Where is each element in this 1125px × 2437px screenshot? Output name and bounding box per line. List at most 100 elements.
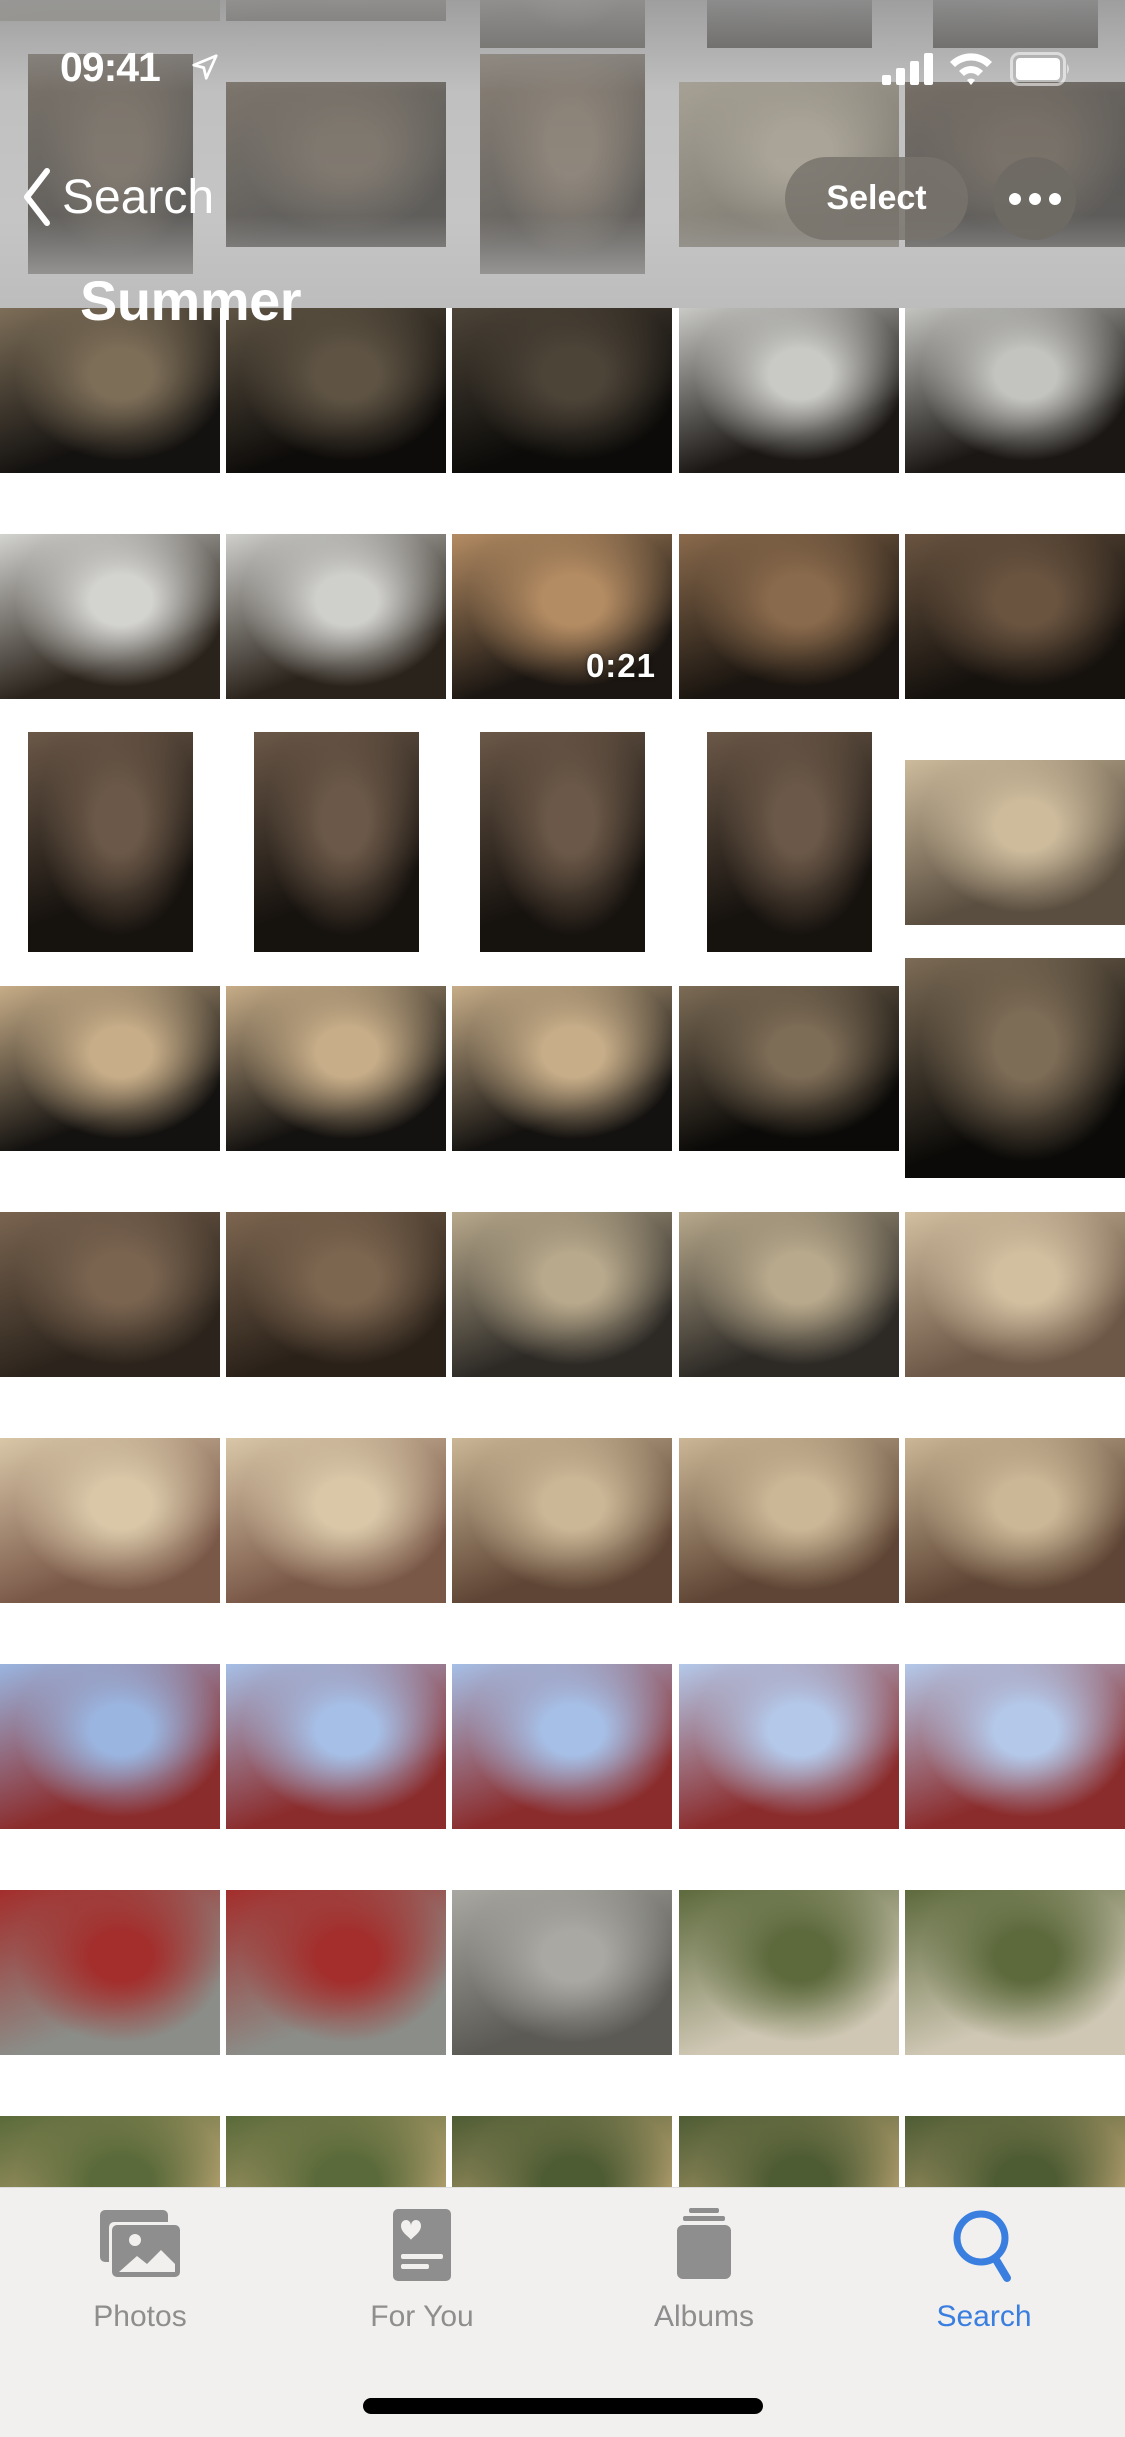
photo-image [253, 732, 419, 952]
photo-thumbnail[interactable] [0, 1410, 220, 1630]
photo-image [905, 1437, 1125, 1603]
photo-image [679, 1211, 899, 1377]
photo-thumbnail[interactable] [905, 280, 1125, 500]
photo-thumbnail[interactable] [226, 506, 446, 726]
photo-image [226, 985, 446, 1151]
albums-icon [677, 2208, 731, 2279]
photo-thumbnail[interactable] [679, 732, 899, 952]
photo-thumbnail[interactable] [679, 506, 899, 726]
photo-thumbnail[interactable] [226, 958, 446, 1178]
back-label: Search [62, 170, 215, 224]
photo-thumbnail[interactable] [452, 1410, 672, 1630]
photo-thumbnail[interactable] [679, 958, 899, 1178]
photo-image [452, 1211, 672, 1377]
photo-thumbnail[interactable] [452, 1862, 672, 2082]
photo-image [905, 1663, 1125, 1829]
photos-icon [100, 2210, 183, 2280]
photo-image [479, 732, 645, 952]
video-duration: 0:21 [585, 646, 656, 684]
select-button[interactable]: Select [785, 157, 968, 240]
photo-thumbnail[interactable] [0, 1862, 220, 2082]
photo-thumbnail[interactable] [0, 1184, 220, 1404]
photo-image [452, 307, 672, 473]
photo-thumbnail[interactable] [226, 1636, 446, 1856]
photo-image [0, 1889, 220, 2055]
photo-image [0, 1211, 220, 1377]
photo-image [0, 1437, 220, 1603]
photo-image: 0:21 [452, 533, 672, 699]
battery-icon [1010, 52, 1069, 86]
photo-image [706, 732, 872, 952]
tab-search[interactable]: Search [884, 2206, 1084, 2356]
photo-thumbnail[interactable] [679, 1862, 899, 2082]
tab-photos[interactable]: Photos [40, 2206, 240, 2356]
photo-image [0, 1663, 220, 1829]
ellipsis-dot [1048, 192, 1061, 205]
photo-image [905, 958, 1125, 1178]
photo-thumbnail[interactable] [226, 1410, 446, 1630]
ellipsis-icon [1008, 192, 1021, 205]
back-button[interactable]: Search [22, 165, 214, 229]
photo-thumbnail[interactable] [905, 958, 1125, 1178]
photo-thumbnail[interactable] [679, 1184, 899, 1404]
status-bar: 09:41 [0, 0, 1125, 100]
tab-label: Albums [653, 2300, 755, 2333]
photo-thumbnail[interactable] [679, 1410, 899, 1630]
photo-thumbnail[interactable] [0, 732, 220, 952]
photo-image [905, 533, 1125, 699]
photo-image [226, 533, 446, 699]
photo-image [452, 985, 672, 1151]
tab-albums[interactable]: Albums [604, 2206, 804, 2356]
photo-image [905, 1889, 1125, 2055]
tab-label: Photos [93, 2300, 187, 2333]
photo-image [452, 1437, 672, 1603]
photo-thumbnail[interactable] [905, 732, 1125, 952]
photo-thumbnail[interactable] [226, 1184, 446, 1404]
photo-thumbnail[interactable] [0, 1636, 220, 1856]
home-indicator[interactable] [363, 2398, 763, 2414]
photo-thumbnail[interactable] [226, 1862, 446, 2082]
tab-for-you[interactable]: For You [322, 2206, 522, 2356]
tab-label: For You [370, 2300, 474, 2333]
photo-image [0, 985, 220, 1151]
photo-thumbnail[interactable] [905, 1636, 1125, 1856]
navigation-bar: Search Select [0, 150, 1125, 250]
photo-image [905, 307, 1125, 473]
cellular-signal-icon [882, 53, 933, 85]
photo-thumbnail[interactable] [679, 1636, 899, 1856]
photo-thumbnail[interactable] [0, 506, 220, 726]
photo-grid: 0:21 [0, 0, 1125, 2436]
photo-image [226, 1437, 446, 1603]
photo-thumbnail[interactable] [452, 1636, 672, 1856]
photo-thumbnail[interactable] [905, 506, 1125, 726]
photo-image [679, 533, 899, 699]
photo-thumbnail[interactable] [452, 958, 672, 1178]
photo-thumbnail[interactable] [905, 1410, 1125, 1630]
photo-image [452, 1663, 672, 1829]
photo-image [226, 1211, 446, 1377]
photo-thumbnail[interactable] [0, 958, 220, 1178]
video-thumbnail[interactable]: 0:21 [452, 506, 672, 726]
photo-image [0, 533, 220, 699]
photo-thumbnail[interactable] [905, 1184, 1125, 1404]
photo-image [905, 759, 1125, 925]
chevron-left-icon [24, 168, 50, 226]
photo-thumbnail[interactable] [905, 1862, 1125, 2082]
photo-image [226, 1663, 446, 1829]
page-title: Summer [80, 269, 302, 332]
photo-thumbnail[interactable] [452, 1184, 672, 1404]
for-you-icon [393, 2209, 451, 2281]
photo-image [679, 1889, 899, 2055]
photo-image [679, 985, 899, 1151]
ellipsis-dot [1028, 192, 1041, 205]
photo-image [679, 1437, 899, 1603]
more-options-button[interactable] [993, 157, 1076, 240]
photo-thumbnail[interactable] [452, 732, 672, 952]
photo-thumbnail[interactable] [452, 280, 672, 500]
photo-image [27, 732, 193, 952]
search-icon [953, 2210, 1011, 2282]
photo-image [452, 1889, 672, 2055]
photo-image [226, 1889, 446, 2055]
photo-thumbnail[interactable] [226, 732, 446, 952]
photo-thumbnail[interactable] [679, 280, 899, 500]
